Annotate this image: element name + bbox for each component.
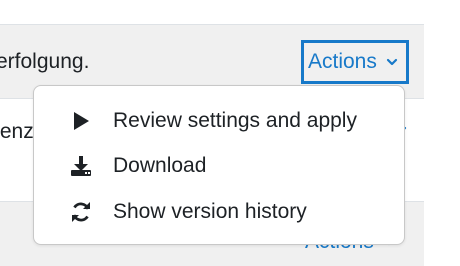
menu-item-version-history[interactable]: Show version history [34, 190, 406, 234]
menu-item-download[interactable]: Download [34, 144, 406, 188]
download-icon [70, 155, 92, 177]
menu-item-review-settings[interactable]: Review settings and apply [34, 99, 406, 143]
actions-button-label: Actions [308, 50, 377, 73]
menu-item-label: Show version history [113, 200, 307, 223]
header-text: erfolgung. [0, 50, 90, 73]
top-strip [0, 0, 424, 25]
page: erfolgung. Actions tenz Actions Review s… [0, 0, 460, 266]
row-text: tenz [0, 120, 34, 143]
menu-item-label: Review settings and apply [113, 109, 357, 132]
actions-dropdown-menu: Review settings and apply Download Show … [33, 85, 405, 245]
menu-item-label: Download [113, 154, 207, 177]
play-icon [70, 110, 92, 132]
actions-dropdown-button[interactable]: Actions [301, 40, 409, 84]
history-icon [70, 201, 92, 223]
chevron-down-icon [386, 58, 397, 66]
